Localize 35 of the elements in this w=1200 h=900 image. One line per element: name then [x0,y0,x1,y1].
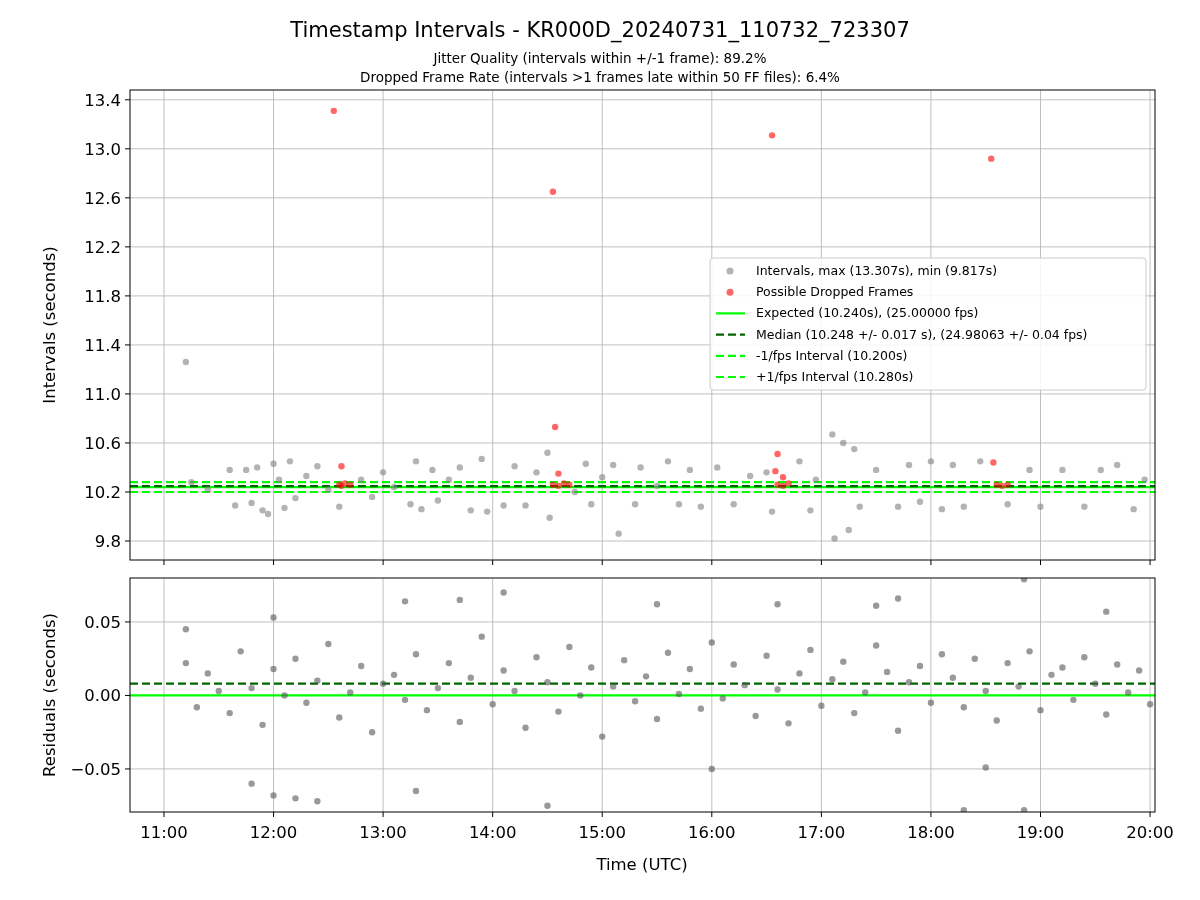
x-axis-label: Time (UTC) [596,855,688,874]
legend-label: Expected (10.240s), (25.00000 fps) [756,305,979,321]
x-tick-label: 12:00 [249,823,298,842]
y-tick-label: 13.4 [84,90,121,110]
chart-subtitle: Jitter Quality (intervals within +/-1 frame): 89.2% [433,50,767,66]
y-tick-label: 10.2 [84,483,121,502]
legend-label: Possible Dropped Frames [756,284,914,300]
y-axis-label: Residuals (seconds) [40,613,59,777]
y-tick-label: 12.2 [84,237,121,257]
y-tick-label: 0.05 [84,612,121,632]
y-tick-label: 12.6 [84,188,121,208]
y-tick-label: 9.8 [94,532,121,551]
y-tick-label: 0.00 [84,686,121,706]
x-tick-label: 16:00 [688,823,736,842]
x-tick-label: 13:00 [359,823,407,842]
x-tick-label: 18:00 [907,823,955,842]
x-tick-label: 20:00 [1126,823,1174,842]
chart-subtitle: Dropped Frame Rate (intervals >1 frames late within 50 FF files): 6.4% [360,69,840,85]
y-tick-label: −0.05 [70,759,121,779]
legend-label: Median (10.248 +/- 0.017 s), (24.98063 +/- 0.04 fps) [756,326,1088,342]
x-tick-label: 19:00 [1016,823,1065,842]
y-tick-label: 13.0 [84,139,121,159]
figure-title: Timestamp Intervals - KR000D_20240731_110732_723307 [290,18,910,42]
y-tick-label: 11.4 [84,335,121,355]
y-axis-label: Intervals (seconds) [40,246,59,404]
x-tick-label: 14:00 [468,823,517,842]
y-tick-label: 11.0 [84,384,121,404]
x-tick-label: 15:00 [578,823,626,842]
legend-label: +1/fps Interval (10.280s) [756,369,914,384]
x-tick-label: 17:00 [797,823,846,842]
y-tick-label: 11.8 [84,286,121,306]
legend-label: -1/fps Interval (10.200s) [756,347,908,363]
legend-label: Intervals, max (13.307s), min (9.817s) [756,263,998,278]
y-tick-label: 10.6 [84,433,121,453]
x-tick-label: 11:00 [140,823,188,842]
